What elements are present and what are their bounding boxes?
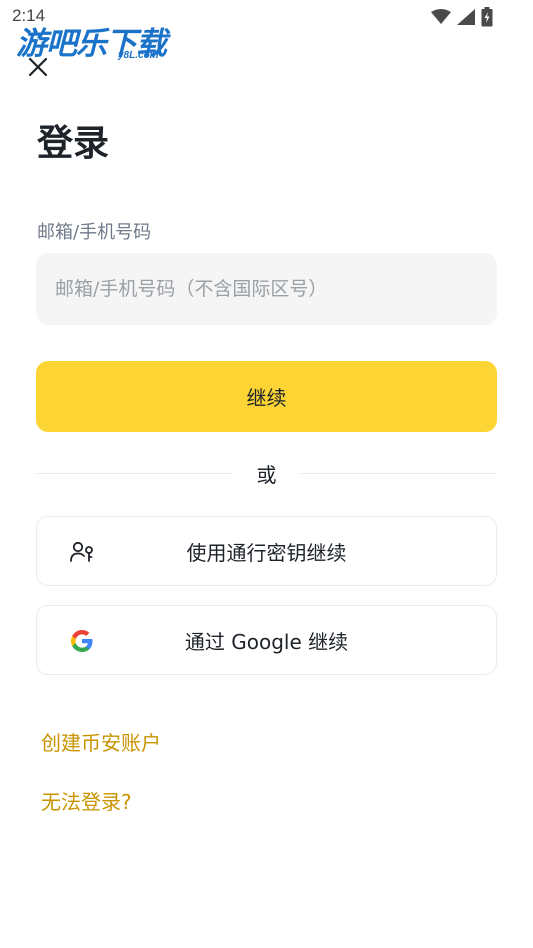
or-divider: 或 xyxy=(36,458,497,488)
divider-text: 或 xyxy=(256,462,277,487)
wifi-icon xyxy=(431,9,451,24)
signal-icon xyxy=(457,9,475,25)
passkey-button-label: 使用通行密钥继续 xyxy=(186,540,347,565)
passkey-continue-button[interactable]: 使用通行密钥继续 xyxy=(36,516,497,586)
status-icons xyxy=(431,7,493,27)
google-button-label: 通过 Google 继续 xyxy=(184,629,349,654)
divider-line-right xyxy=(300,472,497,474)
close-button[interactable] xyxy=(26,55,50,79)
page-title: 登录 xyxy=(37,123,110,164)
continue-button-label: 继续 xyxy=(246,386,287,410)
battery-icon xyxy=(481,7,493,27)
cant-login-link[interactable]: 无法登录? xyxy=(41,786,132,815)
login-screen: 2:14 游吧乐下载 y8L.com 登录 邮箱/手机号码 继续 或 xyxy=(0,0,533,948)
watermark-sub-text: y8L.com xyxy=(118,50,159,61)
continue-button[interactable]: 继续 xyxy=(36,361,497,432)
google-continue-button[interactable]: 通过 Google 继续 xyxy=(36,605,497,675)
email-phone-input[interactable] xyxy=(36,253,497,325)
close-icon xyxy=(28,57,48,77)
divider-line-left xyxy=(36,472,233,474)
create-account-link[interactable]: 创建币安账户 xyxy=(41,727,161,756)
email-phone-label: 邮箱/手机号码 xyxy=(37,222,152,243)
